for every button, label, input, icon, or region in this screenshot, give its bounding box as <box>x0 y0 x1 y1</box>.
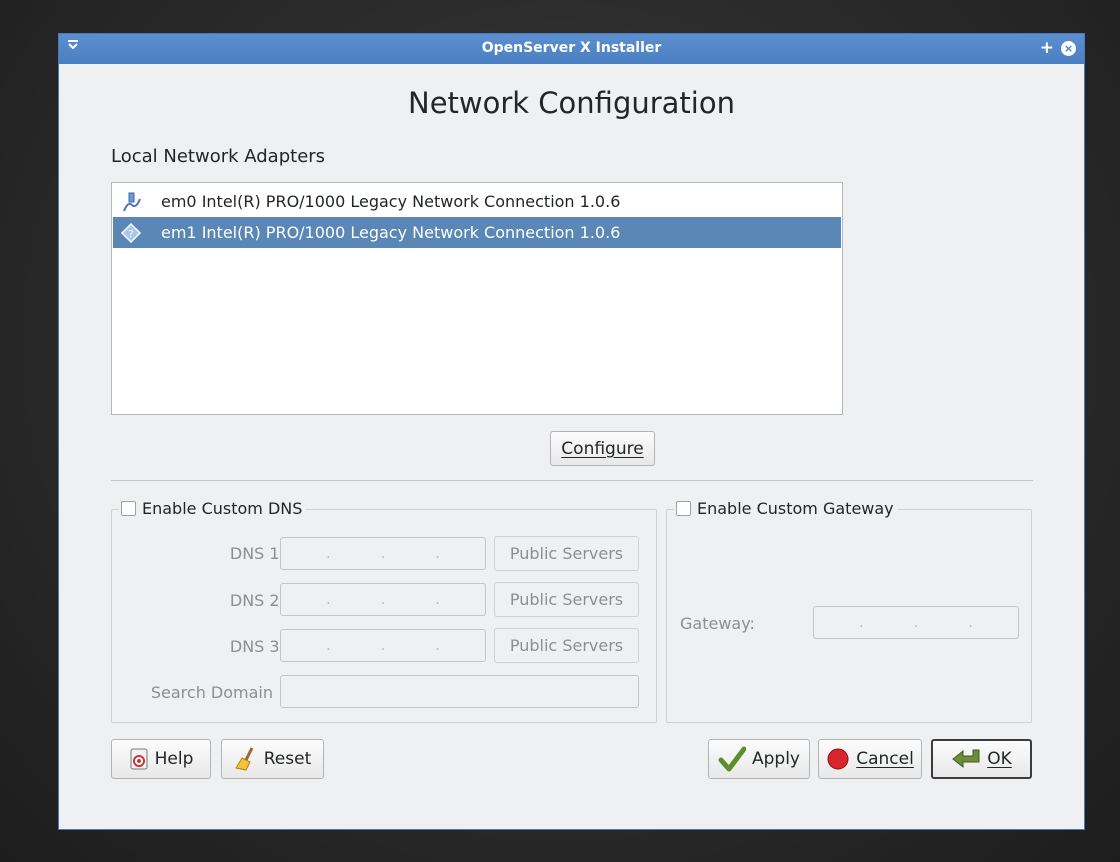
window-title: OpenServer X Installer <box>481 40 662 56</box>
enable-custom-dns-label: Enable Custom DNS <box>142 499 303 518</box>
search-domain-label: Search Domain <box>150 683 273 702</box>
dns3-label: DNS 3: <box>229 637 285 656</box>
adapter-label: em1 Intel(R) PRO/1000 Legacy Network Con… <box>161 223 621 242</box>
adapter-label: em0 Intel(R) PRO/1000 Legacy Network Con… <box>161 192 621 211</box>
adapters-section-label: Local Network Adapters <box>111 146 326 167</box>
network-unknown-icon: ? <box>119 221 143 245</box>
apply-label: Apply <box>752 749 800 769</box>
dns1-label: DNS 1: <box>229 544 285 563</box>
gateway-field[interactable]: ... <box>813 606 1019 639</box>
title-bar[interactable]: OpenServer X Installer + × <box>59 34 1084 64</box>
enable-custom-dns-checkbox[interactable]: Enable Custom DNS <box>119 499 307 518</box>
installer-window: OpenServer X Installer + × Network Confi… <box>58 33 1085 830</box>
broom-icon <box>234 746 258 772</box>
network-wired-icon <box>119 190 143 214</box>
adapter-row-em0[interactable]: em0 Intel(R) PRO/1000 Legacy Network Con… <box>113 186 841 217</box>
gateway-checkbox-box[interactable] <box>676 501 691 516</box>
ok-button[interactable]: OK <box>931 739 1032 779</box>
dns2-field[interactable]: ... <box>280 583 486 616</box>
dns2-label: DNS 2: <box>229 591 285 610</box>
cancel-label: Cancel <box>856 749 914 769</box>
dns1-public-servers-button[interactable]: Public Servers <box>494 536 639 571</box>
adapter-row-em1[interactable]: ? em1 Intel(R) PRO/1000 Legacy Network C… <box>113 217 841 248</box>
ok-arrow-icon <box>951 747 981 771</box>
ok-label: OK <box>987 749 1012 769</box>
help-icon <box>129 748 149 770</box>
stop-icon <box>826 747 850 771</box>
help-label: Help <box>154 749 194 769</box>
page-title: Network Configuration <box>408 86 735 120</box>
dns2-public-servers-button[interactable]: Public Servers <box>494 582 639 617</box>
svg-text:?: ? <box>128 229 133 240</box>
dns-checkbox-box[interactable] <box>121 501 136 516</box>
reset-label: Reset <box>263 749 312 769</box>
apply-button[interactable]: Apply <box>708 739 810 779</box>
configure-label: Configure <box>561 438 644 459</box>
search-domain-field[interactable] <box>280 675 639 708</box>
checkmark-icon <box>718 746 746 772</box>
reset-button[interactable]: Reset <box>221 739 324 779</box>
dns1-field[interactable]: ... <box>280 537 486 570</box>
enable-custom-gateway-checkbox[interactable]: Enable Custom Gateway <box>674 499 898 518</box>
adapter-list[interactable]: em0 Intel(R) PRO/1000 Legacy Network Con… <box>111 182 843 415</box>
help-button[interactable]: Help <box>111 739 211 779</box>
keep-above-icon[interactable]: + <box>1040 38 1054 58</box>
dns3-field[interactable]: ... <box>280 629 486 662</box>
gateway-label: Gateway: <box>680 614 755 633</box>
configure-button[interactable]: Configure <box>550 431 655 466</box>
close-icon[interactable]: × <box>1061 41 1076 56</box>
cancel-button[interactable]: Cancel <box>818 739 922 779</box>
dns3-public-servers-button[interactable]: Public Servers <box>494 628 639 663</box>
separator <box>111 480 1033 481</box>
enable-custom-gateway-label: Enable Custom Gateway <box>697 499 894 518</box>
